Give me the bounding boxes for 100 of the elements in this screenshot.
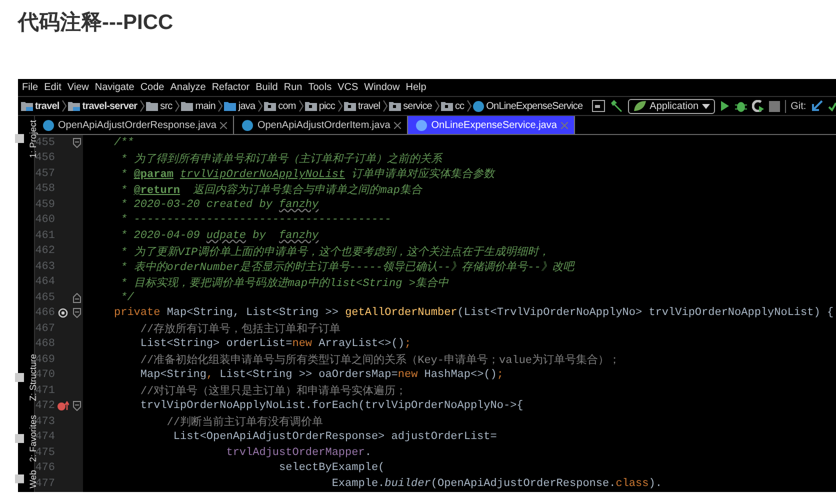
code-line: //存放所有订单号，包括主订单和子订单 — [139, 322, 341, 336]
breadcrumb-item[interactable]: java — [238, 100, 256, 112]
package-folder-icon — [389, 101, 402, 111]
code-line: //对订单号（这里只是主订单）和申请单号实体遍历； — [139, 384, 407, 398]
code-line: * 表中的orderNumber是否显示的时主订单号-----领导已确认--》存储调价单号--》改吧 — [120, 260, 574, 274]
chevron-icon — [62, 100, 68, 112]
menu-item[interactable]: Edit — [44, 82, 62, 93]
line-number: 477 — [35, 478, 55, 490]
line-number: 464 — [35, 276, 55, 288]
fold-icon[interactable] — [73, 308, 81, 318]
menu-item[interactable]: Code — [140, 82, 164, 93]
folder-icon — [146, 101, 158, 111]
chevron-icon — [175, 100, 180, 112]
breadcrumb-item[interactable]: cc — [454, 100, 464, 112]
editor-tab[interactable]: OnLineExpenseService.java — [408, 116, 575, 134]
chevron-icon — [383, 100, 388, 112]
breadcrumb-item[interactable]: com — [278, 100, 296, 112]
tool-window-button[interactable]: Web — [14, 466, 38, 492]
annotation-icon[interactable] — [58, 308, 68, 318]
fold-icon[interactable] — [73, 401, 81, 412]
menu-item[interactable]: Navigate — [94, 82, 134, 93]
tool-window-icon — [14, 474, 24, 484]
line-number: 467 — [35, 322, 55, 335]
line-number: 473 — [35, 416, 55, 428]
tool-window-icon — [14, 134, 24, 144]
fold-icon[interactable] — [73, 292, 81, 303]
menu-item[interactable]: Run — [284, 82, 302, 93]
tool-window-button[interactable]: 2: Favorites — [14, 410, 38, 466]
package-folder-icon — [304, 101, 317, 111]
line-number: 456 — [35, 152, 55, 164]
code-line: * 为了更新VIP调价单上面的申请单号，这个也要考虑到，这个关注点在于生成明细时， — [120, 244, 550, 259]
menu-item[interactable]: Refactor — [212, 82, 250, 93]
code-line: * 目标实现，要把调价单号码放进map中的list<String >集合中 — [120, 276, 448, 290]
folder-icon — [224, 101, 236, 111]
check-icon[interactable] — [828, 100, 836, 112]
line-number: 461 — [35, 230, 55, 242]
package-folder-icon — [344, 101, 356, 111]
class-icon — [43, 120, 54, 130]
breadcrumb-item[interactable]: service — [403, 100, 432, 112]
breadcrumb-item[interactable]: travel — [35, 100, 60, 112]
line-number: 474 — [35, 431, 55, 444]
coverage-icon[interactable] — [752, 100, 764, 112]
code-line: * 2020-04-09 udpate by fanzhy — [120, 230, 319, 242]
stop-icon[interactable] — [768, 100, 780, 112]
breadcrumb-item[interactable]: travel — [358, 100, 380, 112]
code-line: * 为了得到所有申请单号和订单号（主订单和子订单）之前的关系 — [120, 152, 442, 166]
code-line: private Map<String, List<String >> getAllOrderNumber(List<TrvlVipOrderNoApplyNo> trvlVipOrderNoApplyNoList) { — [113, 307, 834, 320]
line-number: 455 — [35, 136, 55, 149]
chevron-icon — [467, 100, 472, 112]
line-number: 465 — [35, 292, 55, 304]
fold-icon[interactable] — [73, 138, 81, 148]
code-line: trvlAdjustOrderMapper. — [225, 446, 372, 459]
code-line: List<OpenApiAdjustOrderResponse> adjustOrderList= — [172, 431, 497, 444]
line-number: 472 — [35, 400, 55, 412]
menu-item[interactable]: Help — [406, 82, 426, 93]
breadcrumb-item[interactable]: travel-server — [82, 100, 138, 112]
code-line: //判断当前主订单有没有调价单 — [166, 414, 324, 430]
menu-item[interactable]: Window — [364, 82, 400, 93]
leaf-icon — [632, 100, 647, 112]
code-line: * --------------------------------------- — [120, 214, 392, 226]
vcs-label: Git: — [790, 100, 806, 112]
menu-item[interactable]: Analyze — [170, 82, 206, 93]
module-folder-icon — [21, 101, 33, 111]
run-configuration-dropdown[interactable]: Application — [628, 98, 715, 114]
menu-item[interactable]: View — [67, 82, 89, 93]
code-line: List<String> orderList=new ArrayList<>(); — [139, 338, 412, 350]
tool-window-button[interactable]: Z: Structure — [14, 350, 38, 405]
close-icon[interactable] — [220, 122, 228, 128]
bug-icon[interactable] — [734, 100, 747, 112]
hammer-icon[interactable] — [610, 100, 623, 112]
line-number: 460 — [35, 214, 55, 226]
line-number: 469 — [35, 354, 55, 366]
line-number: 476 — [35, 462, 55, 474]
close-icon[interactable] — [394, 122, 402, 128]
breadcrumb-item[interactable]: src — [160, 100, 172, 112]
chevron-icon — [338, 100, 344, 112]
code-line: selectByExample( — [278, 462, 385, 474]
menu-item[interactable]: File — [22, 82, 38, 93]
breadcrumb-item[interactable]: OnLineExpenseService — [486, 100, 583, 112]
line-number: 457 — [35, 168, 55, 180]
code-line: /** — [113, 136, 134, 149]
line-number: 466 — [35, 307, 55, 320]
menu-item[interactable]: Build — [256, 82, 278, 93]
tool-window-button[interactable]: 1: Project — [14, 116, 38, 162]
chevron-icon — [258, 100, 264, 112]
chevron-icon — [434, 100, 440, 112]
override-icon[interactable] — [57, 401, 69, 412]
breadcrumb-item[interactable]: picc — [318, 100, 336, 112]
class-icon — [416, 120, 428, 130]
line-number: 470 — [35, 369, 55, 382]
run-icon[interactable] — [720, 100, 730, 112]
code-line: * 2020-03-20 created by fanzhy — [120, 198, 319, 211]
code-line: * @param trvlVipOrderNoApplyNoList 订单申请单对应实体集合参数 — [120, 166, 495, 182]
menu-item[interactable]: VCS — [338, 82, 358, 93]
menu-item[interactable]: Tools — [308, 82, 332, 93]
line-number: 462 — [35, 245, 55, 258]
arrow-icon[interactable] — [811, 100, 824, 112]
breadcrumb-item[interactable]: main — [195, 100, 216, 112]
window-icon[interactable] — [592, 100, 605, 112]
line-number: 475 — [35, 446, 55, 459]
